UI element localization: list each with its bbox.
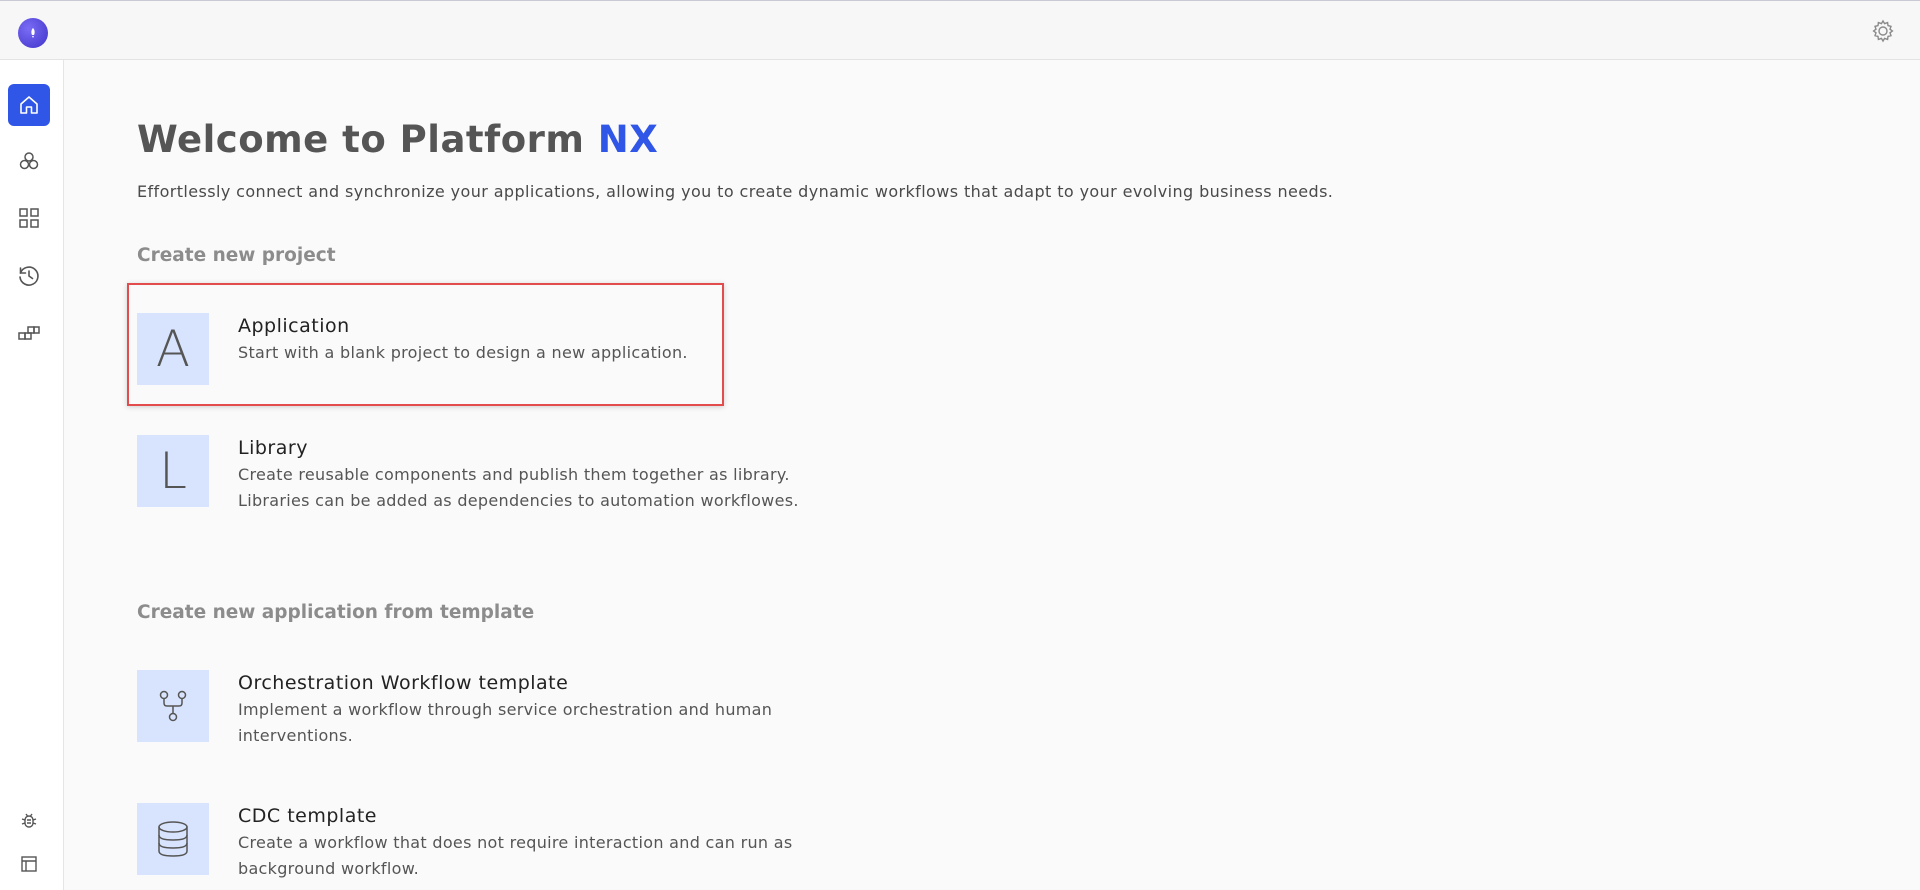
card-description: Create a workflow that does not require … — [238, 833, 793, 878]
card-description: Create reusable components and publish t… — [238, 465, 799, 510]
main-content: Welcome to Platform NX Effortlessly conn… — [137, 0, 1837, 890]
card-title: Library — [238, 437, 308, 459]
sidebar-item-layout[interactable] — [8, 843, 50, 885]
page-subtitle: Effortlessly connect and synchronize you… — [137, 182, 1334, 201]
section-title-new-project: Create new project — [137, 245, 336, 266]
page-title-accent: NX — [597, 118, 659, 161]
sidebar-item-components[interactable] — [8, 140, 50, 182]
sidebar-item-apps[interactable] — [8, 197, 50, 239]
card-title: Orchestration Workflow template — [238, 672, 569, 694]
sidebar-item-home[interactable] — [8, 84, 50, 126]
bug-icon — [21, 813, 37, 828]
sidebar-item-integrations[interactable] — [8, 312, 50, 354]
library-letter-icon: L — [137, 435, 209, 507]
layout-panel-icon — [21, 856, 37, 872]
database-icon — [137, 803, 209, 875]
blocks-icon — [18, 326, 40, 340]
home-icon — [20, 96, 38, 114]
page-title: Welcome to Platform NX — [137, 118, 658, 161]
card-description: Implement a workflow through service orc… — [238, 700, 773, 745]
rocket-icon[interactable] — [18, 18, 48, 48]
card-title: CDC template — [238, 805, 377, 827]
section-title-template: Create new application from template — [137, 602, 535, 623]
history-icon — [19, 266, 39, 286]
circles-cluster-icon — [19, 152, 39, 170]
grid-icon — [19, 208, 39, 228]
page-title-prefix: Welcome to Platform — [137, 118, 598, 161]
gear-icon[interactable] — [1870, 18, 1896, 44]
card-orchestration-template[interactable]: Orchestration Workflow template Implemen… — [137, 670, 857, 749]
workflow-fork-icon — [137, 670, 209, 742]
sidebar — [0, 60, 64, 890]
sidebar-item-history[interactable] — [8, 255, 50, 297]
selection-highlight — [127, 283, 724, 406]
card-library[interactable]: L Library Create reusable components and… — [137, 435, 857, 514]
sidebar-item-debug[interactable] — [8, 800, 50, 842]
card-cdc-template[interactable]: CDC template Create a workflow that does… — [137, 803, 857, 882]
